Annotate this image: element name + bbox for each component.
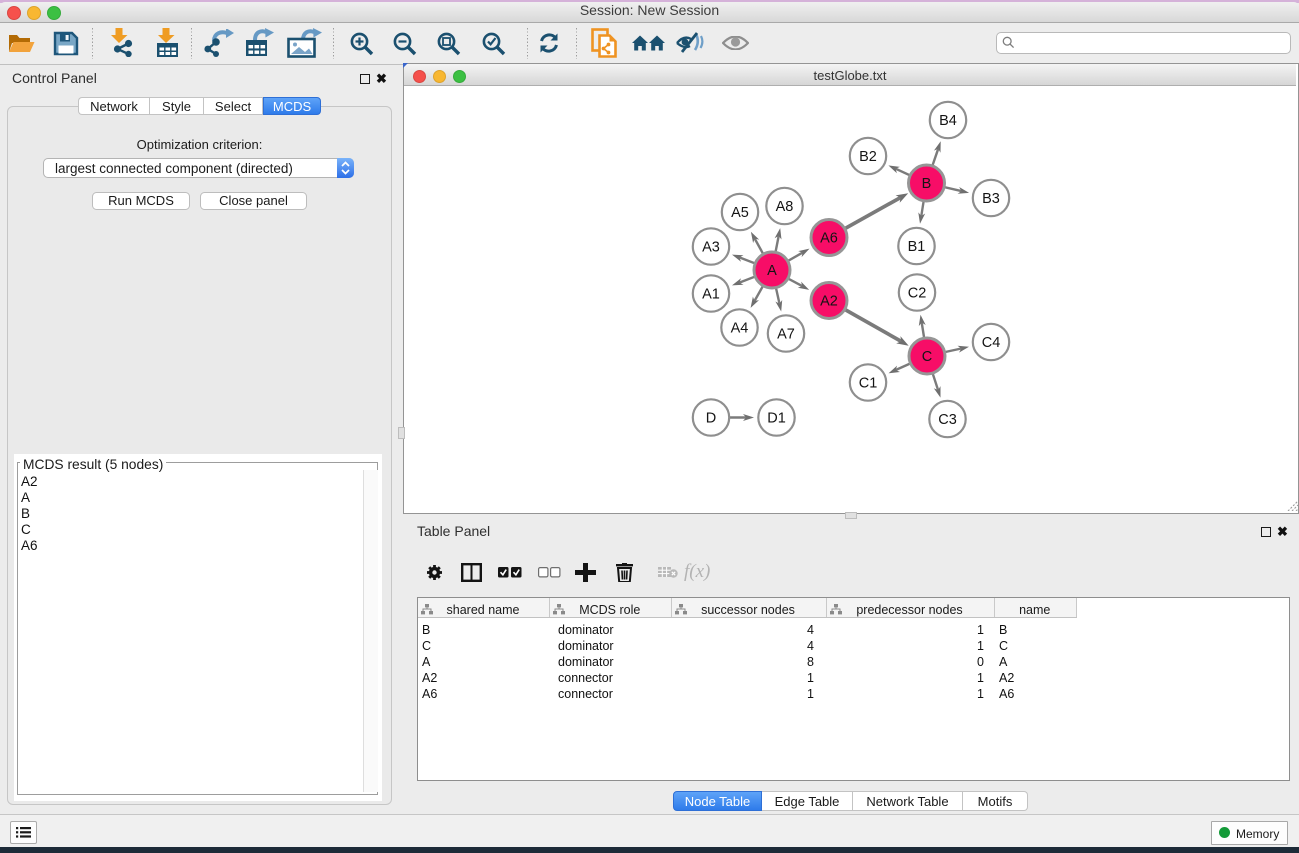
svg-text:C1: C1 [859,375,878,391]
svg-text:B1: B1 [908,239,926,255]
svg-text:A8: A8 [776,199,794,215]
svg-text:A2: A2 [820,293,838,309]
svg-text:D: D [706,410,716,426]
svg-text:C2: C2 [908,285,927,301]
svg-text:A5: A5 [731,205,749,221]
svg-text:B3: B3 [982,191,1000,207]
svg-text:A: A [767,263,777,279]
svg-text:C3: C3 [938,412,957,428]
svg-text:B4: B4 [939,113,957,129]
svg-text:C: C [922,349,932,365]
svg-text:A6: A6 [820,230,838,246]
svg-text:A7: A7 [777,326,795,342]
svg-text:B: B [922,176,932,192]
svg-text:D1: D1 [767,410,786,426]
svg-text:A3: A3 [702,239,720,255]
svg-text:A4: A4 [731,320,749,336]
svg-text:A1: A1 [702,286,720,302]
svg-text:B2: B2 [859,149,877,165]
svg-text:C4: C4 [982,335,1001,351]
